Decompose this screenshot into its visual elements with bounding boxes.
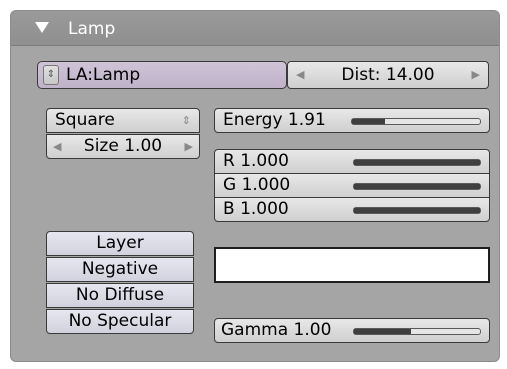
red-slider[interactable]: R 1.000 [214,149,490,174]
energy-slider-track[interactable] [351,118,481,125]
updown-arrows-icon[interactable]: ⇕ [43,65,59,85]
layer-toggle-label: Layer [96,233,144,253]
size-label: Size 1.00 [83,136,163,156]
blue-label: B 1.000 [223,199,289,219]
dist-label: Dist: 14.00 [341,65,435,85]
panel-title: Lamp [68,19,116,39]
gamma-slider-fill [354,329,411,334]
increment-arrow-icon[interactable]: ▶ [185,135,193,158]
blue-slider-track[interactable] [353,207,481,214]
increment-arrow-icon[interactable]: ▶ [472,62,480,88]
dist-field[interactable]: ◀ Dist: 14.00 ▶ [287,61,489,89]
size-field[interactable]: ◀ Size 1.00 ▶ [46,134,200,159]
energy-label: Energy 1.91 [223,110,326,130]
no-diffuse-toggle-label: No Diffuse [75,285,165,305]
negative-toggle-label: Negative [81,259,159,279]
gamma-slider[interactable]: Gamma 1.00 [214,318,490,343]
lamp-datablock-label: LA:Lamp [66,65,141,85]
panel-header[interactable]: Lamp [11,11,499,46]
energy-slider-fill [352,119,386,124]
green-slider-fill [354,184,480,189]
color-preview-swatch[interactable] [214,247,490,283]
energy-slider[interactable]: Energy 1.91 [214,108,490,133]
no-diffuse-toggle[interactable]: No Diffuse [46,283,194,308]
lamp-panel: Lamp ⇕ LA:Lamp ◀ Dist: 14.00 ▶ Square ⇕ … [10,10,500,362]
gamma-slider-track[interactable] [353,328,481,335]
red-label: R 1.000 [223,151,289,171]
green-label: G 1.000 [223,175,291,195]
no-specular-toggle-label: No Specular [68,311,172,331]
lamp-datablock-menu[interactable]: ⇕ LA:Lamp [37,61,287,89]
blue-slider[interactable]: B 1.000 [214,197,490,222]
updown-arrows-icon: ⇕ [181,114,191,127]
red-slider-fill [354,160,480,165]
collapse-triangle-icon[interactable] [35,22,49,33]
green-slider[interactable]: G 1.000 [214,173,490,198]
red-slider-track[interactable] [353,159,481,166]
blue-slider-fill [354,208,480,213]
layer-toggle[interactable]: Layer [46,231,194,256]
no-specular-toggle[interactable]: No Specular [46,309,194,334]
green-slider-track[interactable] [353,183,481,190]
gamma-label: Gamma 1.00 [221,320,332,340]
negative-toggle[interactable]: Negative [46,257,194,282]
lamp-shape-value: Square [55,110,115,130]
lamp-shape-select[interactable]: Square ⇕ [46,108,200,133]
